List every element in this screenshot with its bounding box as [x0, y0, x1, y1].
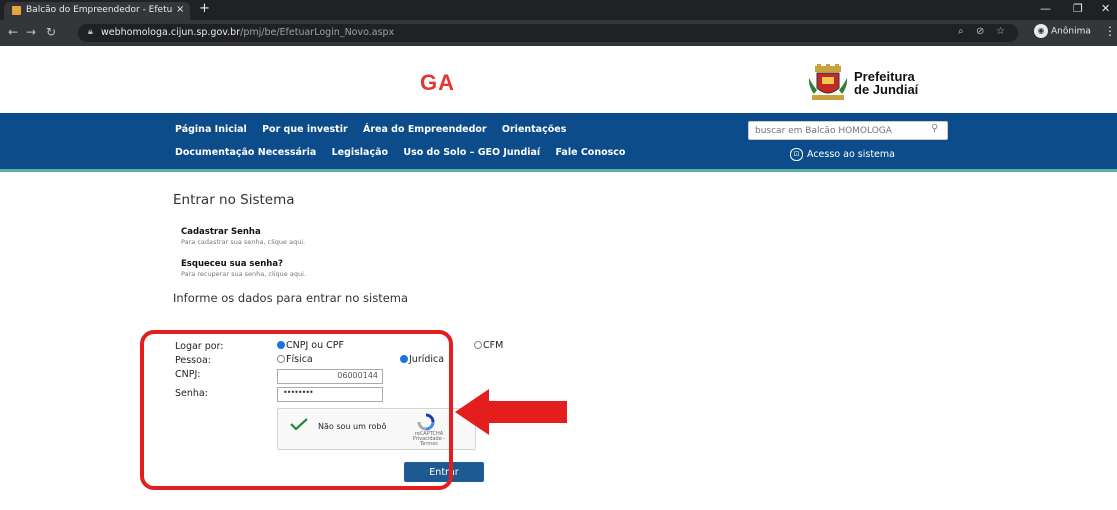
register-password-hint[interactable]: Para cadastrar sua senha, clique aqui.: [181, 238, 305, 246]
search-icon[interactable]: ⚲: [931, 123, 938, 134]
city-name-line2: de Jundiaí: [854, 82, 919, 97]
nav-row-1: Página Inicial Por que investir Área do …: [175, 124, 578, 135]
nav-link-area-empreendedor[interactable]: Área do Empreendedor: [363, 124, 487, 135]
nav-link-por-que-investir[interactable]: Por que investir: [262, 124, 348, 135]
browser-menu-icon[interactable]: ⋮: [1104, 24, 1116, 38]
site-search: ⚲: [748, 121, 948, 140]
access-system-label: Acesso ao sistema: [807, 149, 895, 160]
incognito-icon: ◉: [1034, 24, 1048, 38]
nav-link-pagina-inicial[interactable]: Página Inicial: [175, 124, 247, 135]
form-heading: Informe os dados para entrar no sistema: [173, 291, 409, 305]
tab-close-icon[interactable]: ×: [176, 4, 184, 15]
tracking-icon[interactable]: ⊘: [976, 26, 984, 37]
forward-icon[interactable]: →: [26, 25, 36, 39]
radio-cfm[interactable]: CFM: [474, 340, 503, 351]
address-bar[interactable]: 🔒︎ webhomologa.cijun.sp.gov.br/pmj/be/Ef…: [78, 24, 1018, 42]
screenshot: Balcão do Empreendedor - Efetu × + — ❐ ✕…: [0, 0, 1117, 510]
nav-link-orientacoes[interactable]: Orientações: [502, 124, 566, 135]
maximize-icon[interactable]: ❐: [1073, 2, 1083, 15]
nav-link-legislacao[interactable]: Legislação: [332, 147, 388, 158]
city-crest-icon: [808, 64, 848, 100]
nav-link-fale-conosco[interactable]: Fale Conosco: [555, 147, 625, 158]
url-text: webhomologa.cijun.sp.gov.br/pmj/be/Efetu…: [101, 27, 394, 38]
browser-tab-bar: Balcão do Empreendedor - Efetu × + — ❐ ✕: [0, 0, 1117, 20]
reload-icon[interactable]: ↻: [46, 25, 56, 39]
site-search-input[interactable]: [755, 124, 925, 137]
register-password-link[interactable]: Cadastrar Senha: [181, 227, 261, 237]
nav-row-2: Documentação Necessária Legislação Uso d…: [175, 147, 637, 158]
highlight-annotation: [140, 330, 453, 490]
browser-tab[interactable]: Balcão do Empreendedor - Efetu ×: [4, 2, 190, 20]
incognito-label: Anônima: [1051, 26, 1091, 37]
forgot-password-hint[interactable]: Para recuperar sua senha, clique aqui.: [181, 270, 306, 278]
url-host: webhomologa.cijun.sp.gov.br: [101, 27, 241, 38]
site-logo[interactable]: GA: [420, 70, 455, 96]
main-navigation: [0, 113, 1117, 172]
back-icon[interactable]: ←: [8, 25, 18, 39]
bookmark-star-icon[interactable]: ☆: [996, 26, 1005, 37]
radio-cfm-label: CFM: [483, 340, 504, 351]
city-name: Prefeitura de Jundiaí: [854, 70, 918, 96]
forgot-password-link[interactable]: Esqueceu sua senha?: [181, 259, 283, 269]
favicon-icon: [12, 6, 21, 15]
lock-circle-icon: ⊡: [790, 148, 803, 161]
red-arrow-icon: [455, 389, 567, 435]
zoom-icon[interactable]: ⌕: [958, 26, 964, 37]
nav-link-uso-do-solo[interactable]: Uso do Solo – GEO Jundiaí: [403, 147, 540, 158]
browser-toolbar: ← → ↻ 🔒︎ webhomologa.cijun.sp.gov.br/pmj…: [0, 20, 1117, 46]
radio-unselected-icon: [474, 340, 482, 349]
new-tab-button[interactable]: +: [199, 1, 210, 16]
lock-icon: 🔒︎: [88, 27, 93, 37]
page-title: Entrar no Sistema: [173, 192, 295, 208]
url-path: /pmj/be/EfetuarLogin_Novo.aspx: [240, 27, 395, 38]
minimize-icon[interactable]: —: [1040, 2, 1051, 15]
incognito-indicator[interactable]: ◉ Anônima: [1034, 24, 1091, 38]
nav-link-documentacao[interactable]: Documentação Necessária: [175, 147, 316, 158]
tab-title: Balcão do Empreendedor - Efetu: [26, 5, 173, 15]
access-system-link[interactable]: ⊡ Acesso ao sistema: [790, 148, 895, 161]
window-close-icon[interactable]: ✕: [1101, 2, 1110, 15]
